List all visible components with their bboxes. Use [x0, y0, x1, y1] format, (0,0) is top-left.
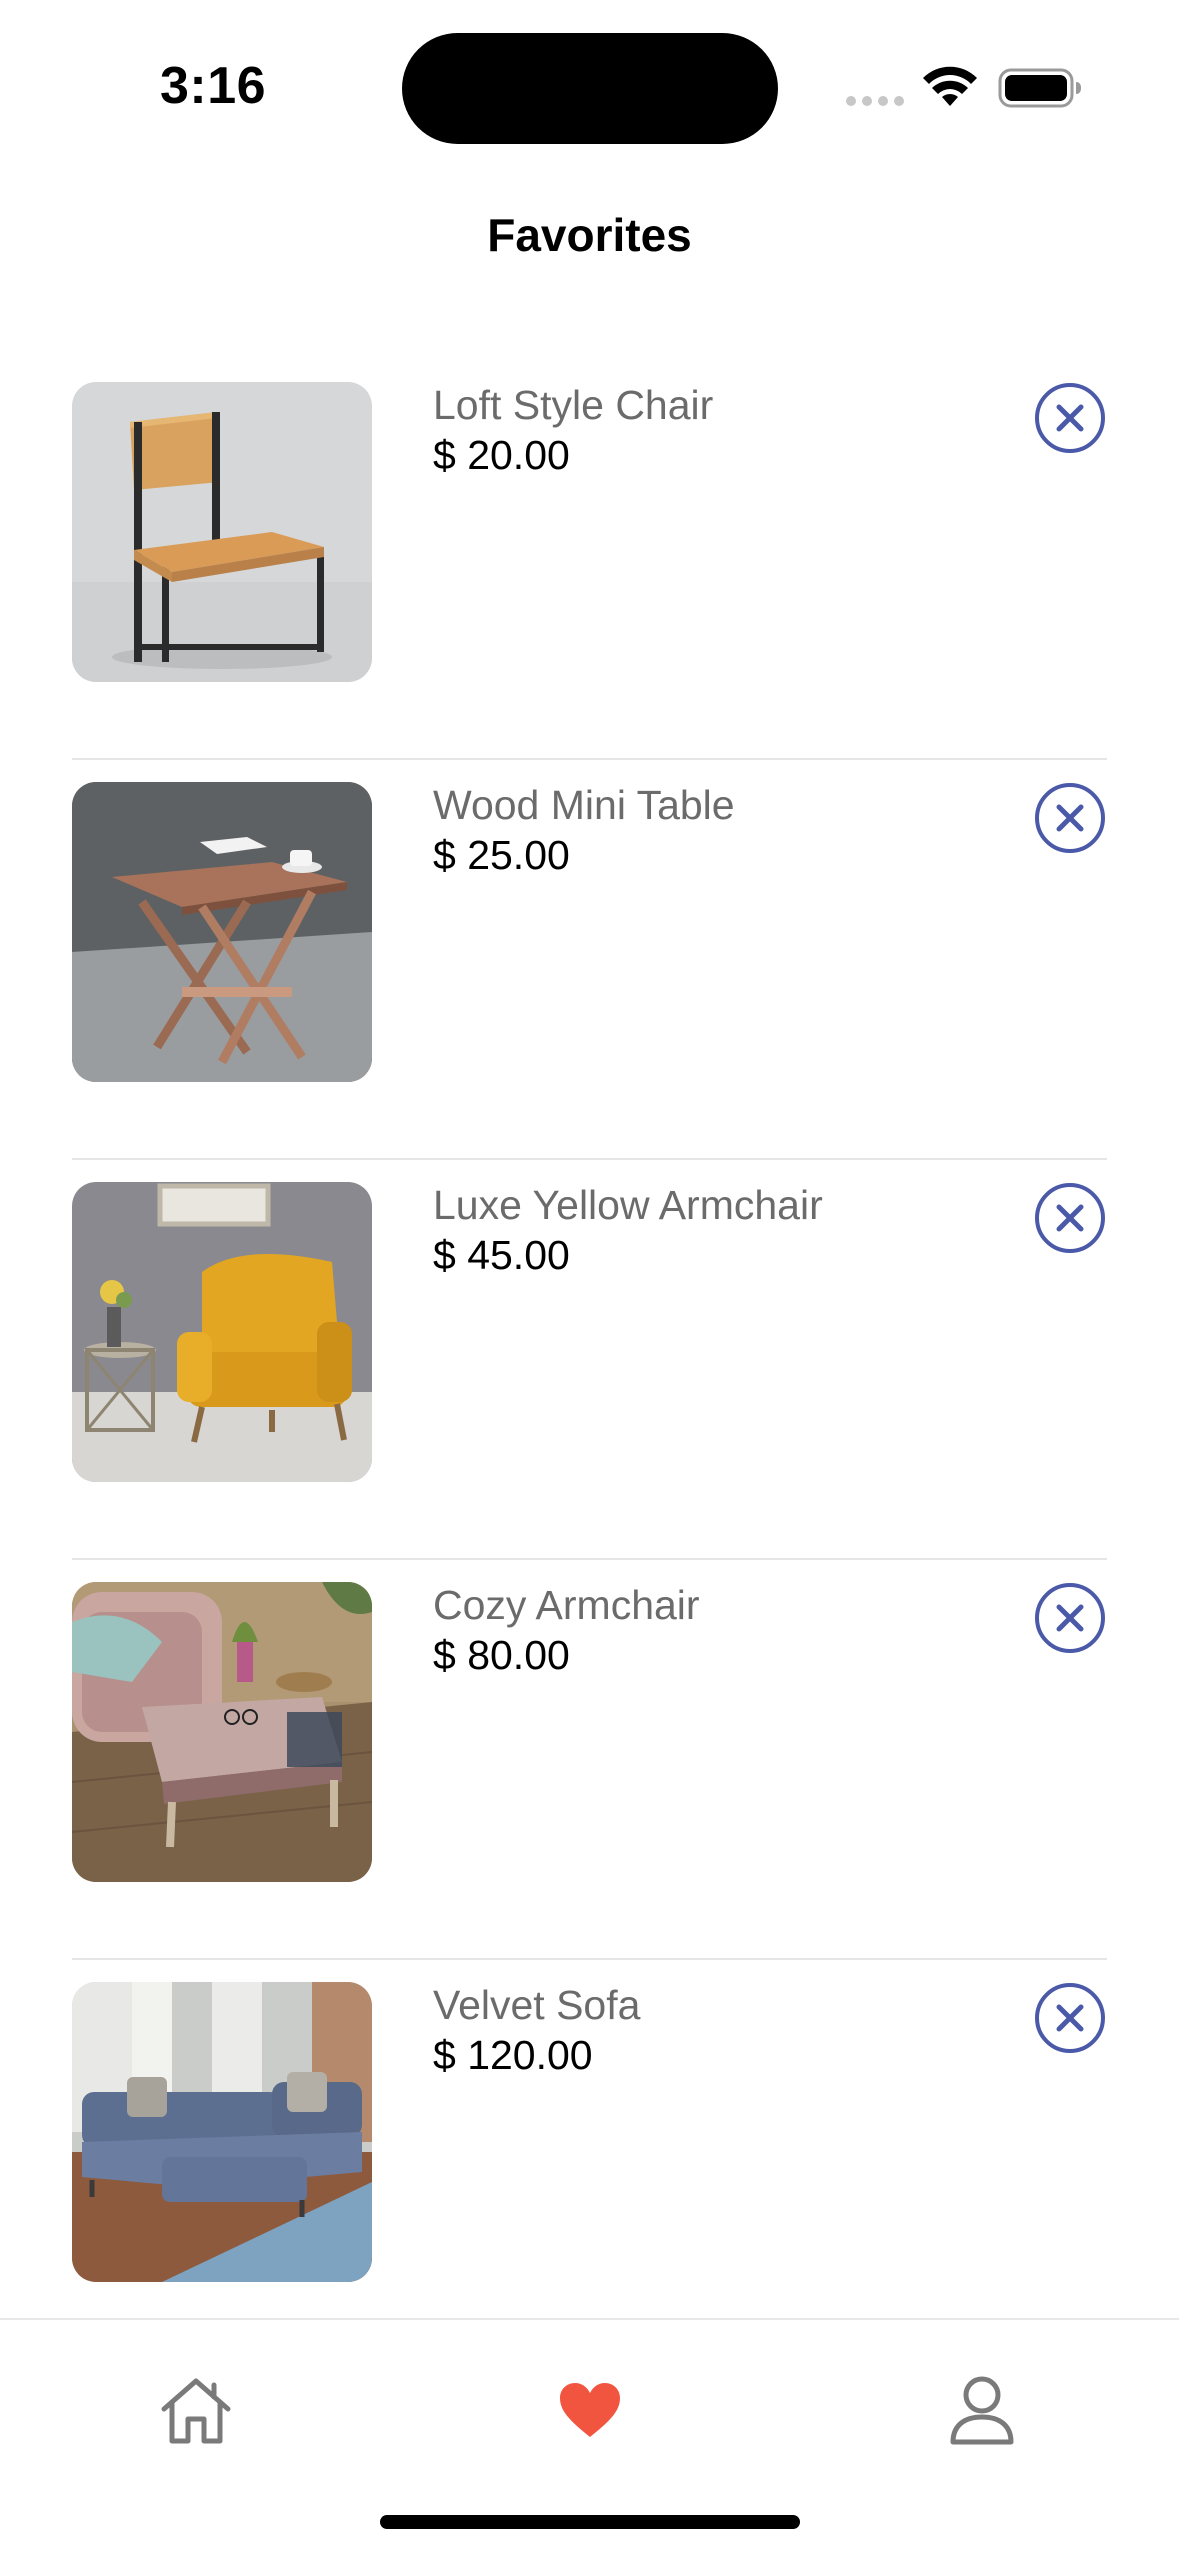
favorite-item[interactable]: Loft Style Chair $ 20.00	[72, 360, 1107, 760]
favorite-item[interactable]: Luxe Yellow Armchair $ 45.00	[72, 1160, 1107, 1560]
product-image[interactable]	[72, 1982, 372, 2282]
page-title: Favorites	[487, 209, 692, 261]
heart-icon	[560, 2383, 620, 2437]
remove-favorite-button[interactable]	[1034, 1182, 1106, 1254]
product-price: $ 120.00	[433, 2032, 593, 2078]
close-circle-icon	[1035, 783, 1105, 853]
person-icon	[950, 2376, 1014, 2445]
patterned-armchair-photo	[72, 1582, 372, 1882]
home-icon	[161, 2378, 231, 2444]
product-name: Loft Style Chair	[433, 382, 714, 428]
favorite-item[interactable]: Wood Mini Table $ 25.00	[72, 760, 1107, 1160]
close-circle-icon	[1035, 1983, 1105, 2053]
status-bar: 3:16	[0, 0, 1179, 170]
blue-sofa-photo	[72, 1982, 372, 2282]
yellow-armchair-photo	[72, 1182, 372, 1482]
close-circle-icon	[1035, 1583, 1105, 1653]
remove-favorite-button[interactable]	[1034, 1982, 1106, 2054]
tab-profile[interactable]	[922, 2360, 1042, 2460]
battery-icon	[998, 68, 1081, 108]
product-image[interactable]	[72, 1582, 372, 1882]
product-price: $ 25.00	[433, 832, 570, 878]
dynamic-island	[402, 33, 778, 144]
status-time: 3:16	[160, 57, 267, 115]
product-price: $ 45.00	[433, 1232, 570, 1278]
product-name: Velvet Sofa	[433, 1982, 641, 2028]
remove-favorite-button[interactable]	[1034, 382, 1106, 454]
close-circle-icon	[1035, 1183, 1105, 1253]
cellular-signal-icon	[846, 96, 904, 106]
product-price: $ 20.00	[433, 432, 570, 478]
product-image[interactable]	[72, 782, 372, 1082]
remove-favorite-button[interactable]	[1034, 782, 1106, 854]
home-indicator[interactable]	[380, 2515, 800, 2529]
remove-favorite-button[interactable]	[1034, 1582, 1106, 1654]
product-image[interactable]	[72, 1182, 372, 1482]
table-photo	[72, 782, 372, 1082]
product-image[interactable]	[72, 382, 372, 682]
favorite-item[interactable]: Velvet Sofa $ 120.00	[72, 1960, 1107, 2360]
chair-photo	[72, 382, 372, 682]
product-name: Cozy Armchair	[433, 1582, 700, 1628]
product-name: Wood Mini Table	[433, 782, 735, 828]
tab-home[interactable]	[136, 2360, 256, 2460]
close-circle-icon	[1035, 383, 1105, 453]
favorite-item[interactable]: Cozy Armchair $ 80.00	[72, 1560, 1107, 1960]
product-price: $ 80.00	[433, 1632, 570, 1678]
favorites-list: Loft Style Chair $ 20.00 Wood Mini Table…	[72, 360, 1107, 2360]
product-name: Luxe Yellow Armchair	[433, 1182, 823, 1228]
wifi-icon	[923, 66, 977, 106]
tab-favorites[interactable]	[530, 2360, 650, 2460]
